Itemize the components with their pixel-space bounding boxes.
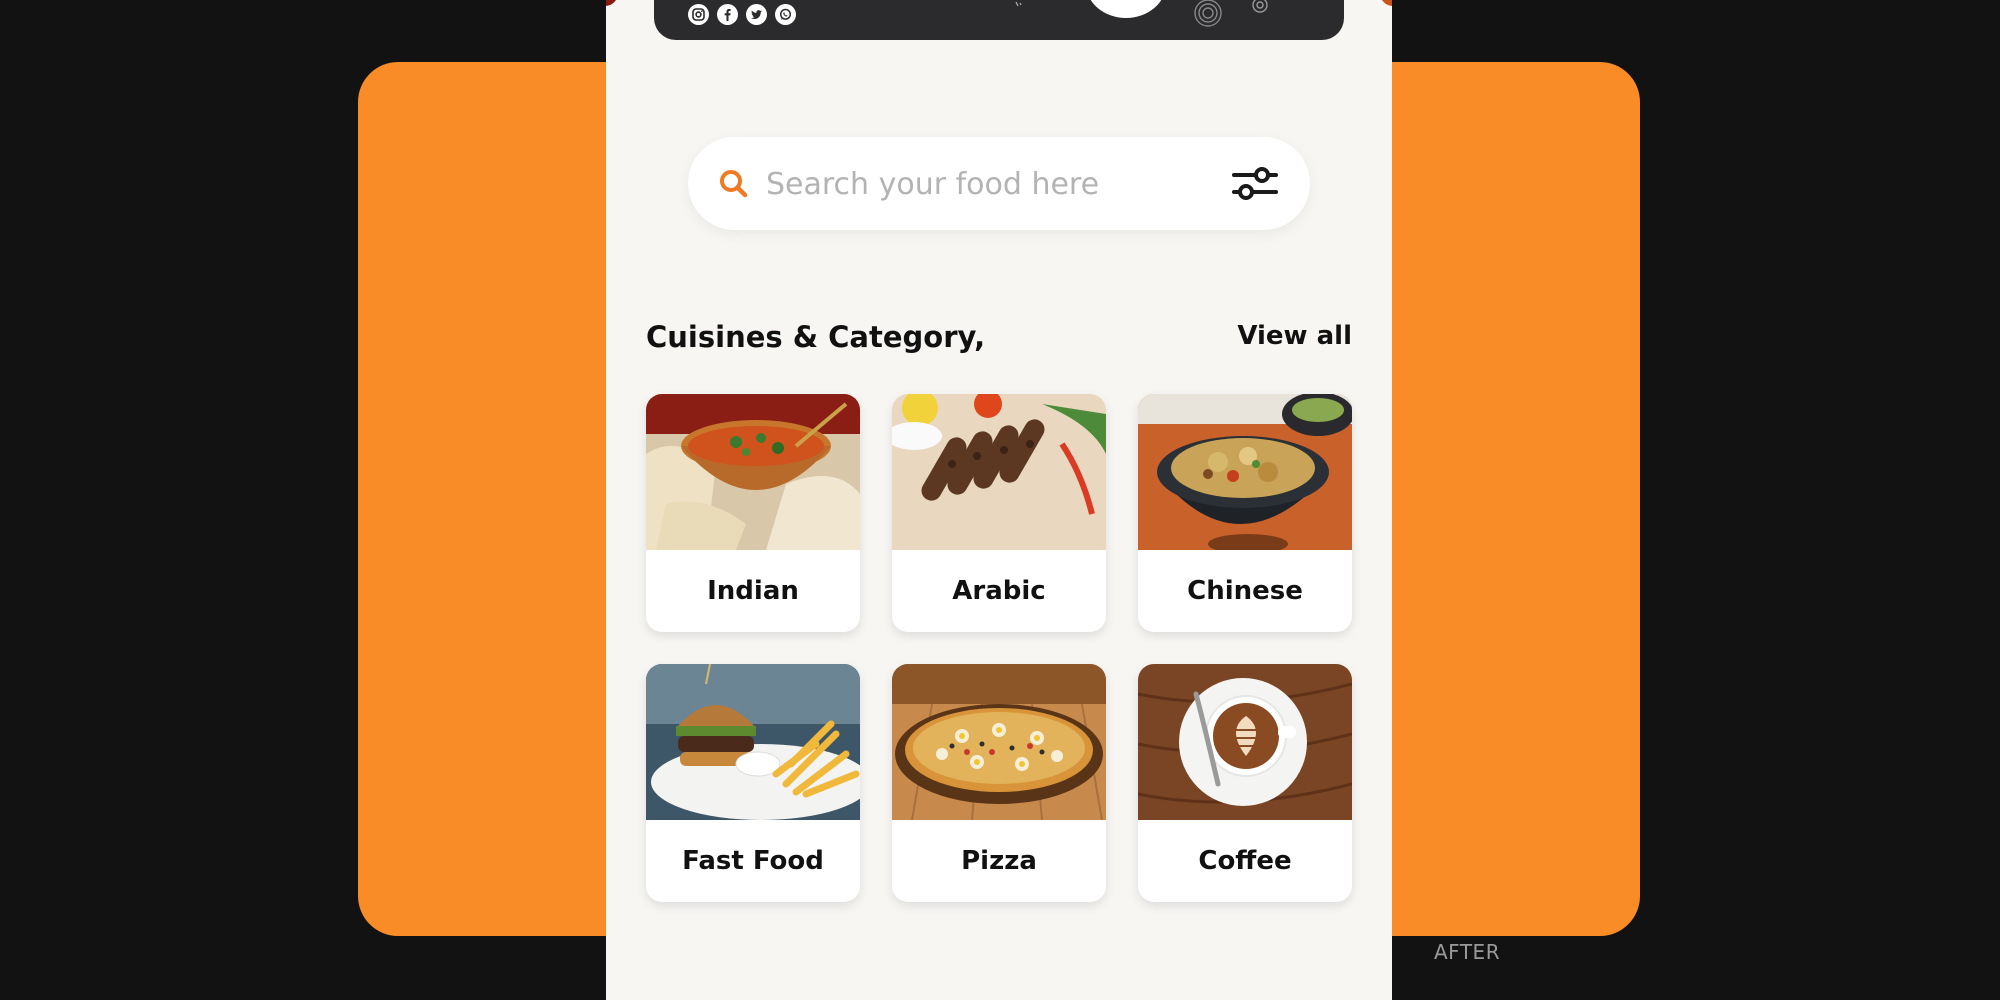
- phone-screen: Cuisines & Category, View all Indian: [606, 0, 1392, 1000]
- circle-decoration-icon: [1252, 0, 1268, 13]
- category-card-pizza[interactable]: Pizza: [892, 664, 1106, 902]
- burger-fries-photo: [646, 664, 860, 820]
- category-card-fast-food[interactable]: Fast Food: [646, 664, 860, 902]
- search-bar[interactable]: [688, 137, 1310, 230]
- category-label: Fast Food: [682, 846, 824, 876]
- indian-curry-naan-photo: [646, 394, 860, 550]
- whatsapp-icon[interactable]: [775, 4, 796, 25]
- category-label: Pizza: [961, 846, 1037, 876]
- category-card-chinese[interactable]: Chinese: [1138, 394, 1352, 632]
- top-banner: [654, 0, 1344, 40]
- sliders-filter-icon[interactable]: [1232, 165, 1278, 201]
- social-links: [688, 4, 796, 25]
- banner-doodle: [1015, 1, 1022, 7]
- category-label: Chinese: [1187, 576, 1303, 606]
- arabic-kebab-photo: [892, 394, 1106, 550]
- section-title: Cuisines & Category,: [646, 320, 986, 354]
- category-label: Indian: [707, 576, 799, 606]
- category-card-coffee[interactable]: Coffee: [1138, 664, 1352, 902]
- category-card-arabic[interactable]: Arabic: [892, 394, 1106, 632]
- category-card-indian[interactable]: Indian: [646, 394, 860, 632]
- view-all-link[interactable]: View all: [1237, 321, 1352, 351]
- banner-logo-circle: [1086, 0, 1166, 18]
- edge-decoration-right: [1380, 0, 1392, 6]
- twitter-icon[interactable]: [746, 4, 767, 25]
- spiral-decoration-icon: [1194, 0, 1222, 27]
- latte-cup-photo: [1138, 664, 1352, 820]
- edge-decoration-left: [606, 0, 618, 6]
- instagram-icon[interactable]: [688, 4, 709, 25]
- cuisines-section-header: Cuisines & Category, View all: [646, 320, 1352, 364]
- facebook-icon[interactable]: [717, 4, 738, 25]
- search-icon: [720, 170, 748, 198]
- pizza-photo: [892, 664, 1106, 820]
- chinese-stirfry-pot-photo: [1138, 394, 1352, 550]
- category-label: Coffee: [1198, 846, 1292, 876]
- after-caption: AFTER: [1434, 940, 1501, 964]
- search-input[interactable]: [766, 159, 1186, 209]
- category-label: Arabic: [952, 576, 1046, 606]
